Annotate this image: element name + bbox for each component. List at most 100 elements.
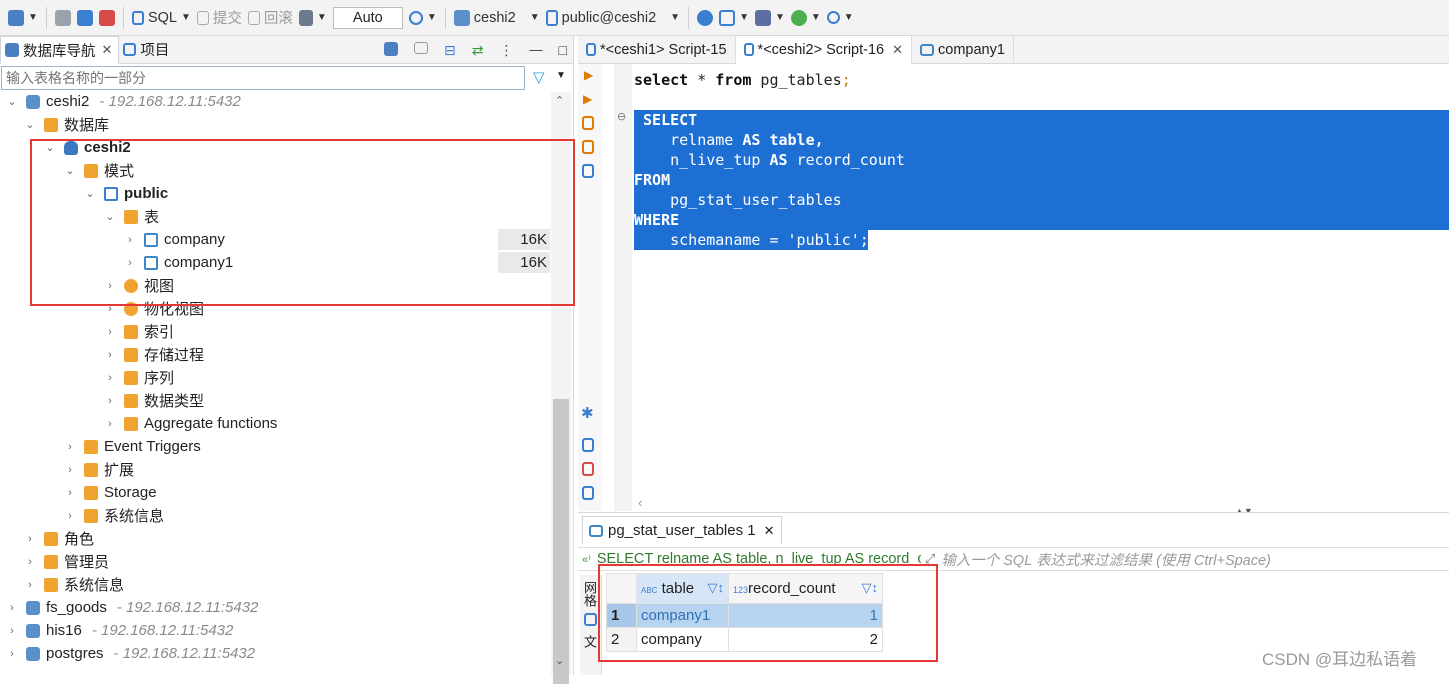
scroll-left-icon[interactable]: ‹ [638,495,642,510]
chevron-right-icon[interactable]: › [104,395,116,407]
chevron-down-icon[interactable]: ▼ [739,12,749,23]
tree-item-schemas[interactable]: ⌄ 模式 [64,159,134,182]
chevron-right-icon[interactable]: › [104,303,116,315]
filter-expression-input[interactable]: 输入一个 SQL 表达式来过滤结果 (使用 Ctrl+Space) [941,549,1271,570]
execute-script-new-tab-icon[interactable] [582,140,594,154]
code-line[interactable]: WHERE [634,210,1449,230]
close-icon[interactable]: ✕ [102,42,113,58]
row-number[interactable]: 2 [606,627,637,652]
tree-item-aggregate-functions[interactable]: › Aggregate functions [104,412,277,435]
search-button[interactable]: ▼ [826,6,854,30]
grid-view-toggle[interactable]: 网格 [580,581,599,607]
scroll-up-icon[interactable]: ⌃ [555,94,564,107]
tools-button[interactable]: ▼ [754,6,785,30]
execute-in-new-tab-icon[interactable]: ▶ [583,92,592,106]
menu-icon[interactable]: ⋮ [499,42,513,59]
chevron-down-icon[interactable]: ⌄ [84,187,96,200]
tree-item-conn-fs-goods[interactable]: › fs_goods - 192.168.12.11:5432 [6,596,258,619]
tree-item-system-info-2[interactable]: › 系统信息 [24,573,124,596]
new-folder-icon[interactable] [414,42,428,54]
tree-item-indexes[interactable]: › 索引 [104,320,174,343]
schema-selector[interactable]: public@ceshi2 ▼ [545,6,680,30]
commit-button[interactable]: 提交 [196,6,242,30]
tab-script-15[interactable]: *<ceshi1> Script-15 [578,35,736,64]
debug-button[interactable]: ▼ [790,6,821,30]
dashboard-button[interactable] [697,6,714,30]
tree-item-storage[interactable]: › Storage [64,481,156,504]
explain-plan-icon[interactable] [582,164,594,178]
tab-script-16[interactable]: *<ceshi2> Script-16 ✕ [735,35,912,64]
tab-projects[interactable]: 项目 [119,36,175,64]
chevron-right-icon[interactable]: › [64,487,76,499]
chevron-down-icon[interactable]: ▼ [317,12,327,23]
new-connection-button[interactable]: ▼ [8,6,38,30]
chevron-down-icon[interactable]: ▼ [844,12,854,23]
chevron-right-icon[interactable]: › [64,441,76,453]
datasource-selector[interactable]: ceshi2 ▼ [453,6,540,30]
chevron-right-icon[interactable]: › [104,326,116,338]
sql-editor-button[interactable]: SQL ▼ [131,6,191,30]
chevron-down-icon[interactable]: ⌄ [44,141,56,154]
chevron-right-icon[interactable]: › [6,625,18,637]
chevron-down-icon[interactable]: ▼ [28,12,38,23]
chevron-down-icon[interactable]: ⌄ [24,118,36,131]
settings-icon[interactable]: ✱ [581,404,594,422]
minimize-icon[interactable]: — [529,42,542,59]
code-line[interactable]: SELECT [634,110,1449,130]
close-icon[interactable]: ✕ [764,523,775,539]
table-cell[interactable]: 1 [728,603,883,628]
fold-icon[interactable]: ⊖ [617,110,626,123]
tree-item-matviews[interactable]: › 物化视图 [104,297,204,320]
invalidate-button[interactable] [76,6,93,30]
scrollbar-thumb[interactable] [553,399,569,684]
tree-item-sequences[interactable]: › 序列 [104,366,174,389]
collapse-all-icon[interactable]: ⊟ [444,42,456,59]
disconnect-button[interactable] [54,6,71,30]
chevron-right-icon[interactable]: › [6,602,18,614]
close-icon[interactable]: ✕ [892,42,903,58]
table-filter-input[interactable] [1,66,525,90]
scroll-down-icon[interactable]: ⌄ [555,654,564,667]
tab-company1[interactable]: company1 [912,35,1014,64]
table-cell[interactable]: company [636,627,729,652]
tree-item-system-info[interactable]: › 系统信息 [64,504,164,527]
chevron-right-icon[interactable]: › [24,556,36,568]
chevron-down-icon[interactable]: ▼ [181,12,191,23]
link-editor-icon[interactable]: ⇄ [472,42,484,59]
code-line[interactable]: FROM [634,170,1449,190]
tab-database-navigator[interactable]: 数据库导航 ✕ [0,35,120,64]
chevron-down-icon[interactable]: ▼ [556,70,566,81]
code-line[interactable]: pg_stat_user_tables [634,190,1449,210]
tree-item-conn-ceshi2[interactable]: ⌄ ceshi2 - 192.168.12.11:5432 [6,90,240,113]
chevron-down-icon[interactable]: ▼ [775,12,785,23]
new-connection-icon[interactable] [384,42,398,56]
chevron-right-icon[interactable]: › [64,510,76,522]
chevron-right-icon[interactable]: › [64,464,76,476]
grid-icon[interactable] [584,613,597,626]
editor-horizontal-scrollbar[interactable]: ‹ [632,495,1449,511]
execute-statement-icon[interactable]: ▶ [584,68,593,82]
column-header-record-count[interactable]: 123record_count ▽↕ [728,573,883,604]
sort-filter-icon[interactable]: ▽↕ [862,580,879,596]
tree-item-event-triggers[interactable]: › Event Triggers [64,435,201,458]
chevron-down-icon[interactable]: ⌄ [64,164,76,177]
sql-template-button[interactable]: ▼ [719,6,749,30]
code-line[interactable]: relname AS table, [634,130,1449,150]
rollback-button[interactable]: 回滚 [247,6,293,30]
chevron-right-icon[interactable]: › [124,234,136,246]
tree-item-procedures[interactable]: › 存储过程 [104,343,204,366]
chevron-right-icon[interactable]: › [24,579,36,591]
tab-results[interactable]: pg_stat_user_tables 1 ✕ [582,516,782,544]
tree-item-table-company[interactable]: › company [124,228,550,251]
tree-item-views[interactable]: › 视图 [104,274,174,297]
chevron-down-icon[interactable]: ▼ [670,12,680,23]
tree-item-table-company1[interactable]: › company1 [124,251,233,274]
table-row[interactable]: 1 company1 1 [606,603,883,628]
save-script-icon[interactable] [582,486,594,500]
sort-filter-icon[interactable]: ▽↕ [708,580,725,596]
tree-item-admins[interactable]: › 管理员 [24,550,109,573]
tree-item-db-ceshi2[interactable]: ⌄ ceshi2 [44,136,130,159]
chevron-down-icon[interactable]: ⌄ [6,95,18,108]
tree-item-conn-his16[interactable]: › his16 - 192.168.12.11:5432 [6,619,233,642]
table-cell[interactable]: 2 [728,627,883,652]
